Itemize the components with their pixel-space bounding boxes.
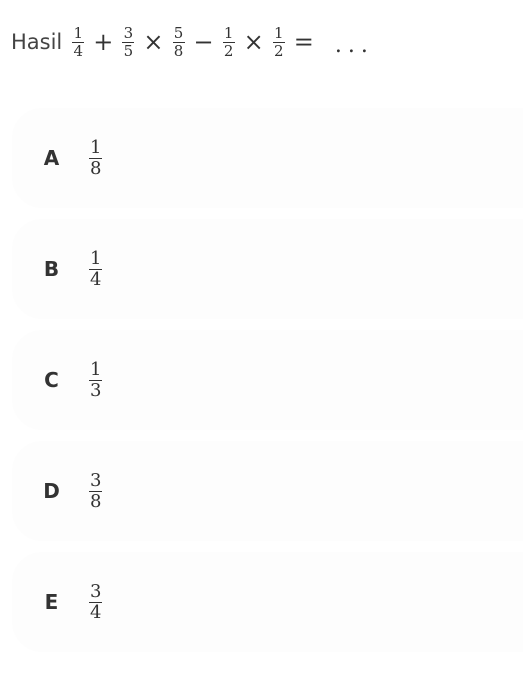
fraction-denominator: 8 [90, 157, 102, 179]
question-fraction-1: 1 4 [72, 23, 85, 60]
fraction-denominator: 8 [173, 41, 184, 60]
question-text: Hasil 1 4 + 3 5 × 5 8 − 1 2 × 1 2 = ... [11, 22, 374, 62]
question-fraction-4: 1 2 [222, 23, 235, 60]
option-letter: D [43, 479, 60, 503]
times-operator: × [143, 28, 164, 56]
option-c[interactable]: C 1 3 [12, 330, 523, 430]
fraction-numerator: 1 [90, 358, 102, 380]
option-fraction: 3 4 [89, 580, 103, 623]
option-letter: A [43, 146, 60, 170]
option-letter: B [43, 257, 60, 281]
option-letter: E [44, 590, 59, 614]
option-b[interactable]: B 1 4 [12, 219, 523, 319]
equals-operator: = [293, 28, 314, 56]
fraction-denominator: 2 [273, 41, 284, 60]
fraction-denominator: 5 [123, 41, 134, 60]
fraction-denominator: 2 [223, 41, 234, 60]
option-fraction: 1 3 [89, 358, 103, 401]
option-a[interactable]: A 1 8 [12, 108, 523, 208]
question-fraction-5: 1 2 [272, 23, 285, 60]
minus-operator: − [193, 28, 214, 56]
question-fraction-3: 5 8 [172, 23, 185, 60]
fraction-numerator: 1 [273, 23, 284, 42]
fraction-numerator: 3 [90, 469, 102, 491]
fraction-numerator: 3 [123, 23, 134, 42]
option-fraction: 1 8 [89, 136, 103, 179]
fraction-numerator: 1 [90, 136, 102, 158]
fraction-numerator: 1 [223, 23, 234, 42]
option-fraction: 1 4 [89, 247, 103, 290]
times-operator: × [243, 28, 264, 56]
fraction-denominator: 4 [90, 268, 102, 290]
option-letter: C [44, 368, 59, 392]
fraction-numerator: 3 [90, 580, 102, 602]
fraction-numerator: 1 [73, 23, 84, 42]
fraction-numerator: 5 [173, 23, 184, 42]
option-e[interactable]: E 3 4 [12, 552, 523, 652]
fraction-denominator: 8 [90, 490, 102, 512]
fraction-denominator: 4 [90, 601, 102, 623]
question-prefix: Hasil [11, 30, 63, 54]
plus-operator: + [93, 28, 114, 56]
option-d[interactable]: D 3 8 [12, 441, 523, 541]
option-fraction: 3 8 [89, 469, 103, 512]
fraction-denominator: 4 [73, 41, 84, 60]
fraction-numerator: 1 [90, 247, 102, 269]
question-fraction-2: 3 5 [122, 23, 135, 60]
fraction-denominator: 3 [90, 379, 102, 401]
question-ellipsis: ... [334, 33, 374, 58]
answer-options: A 1 8 B 1 4 C 1 3 D 3 8 E 3 4 [12, 108, 523, 663]
